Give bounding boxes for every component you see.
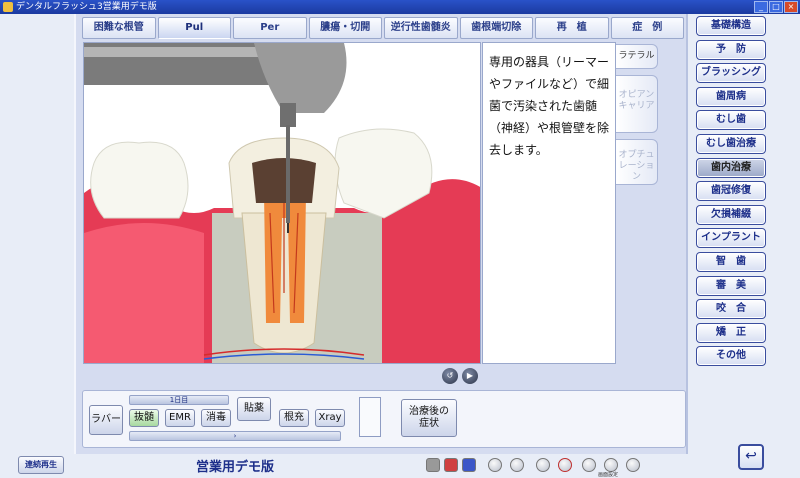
title-bar: デンタルフラッシュ3営業用デモ版 _ □ ×: [0, 0, 800, 14]
user-red-icon[interactable]: [444, 458, 458, 472]
right-menu: 基礎構造 予 防 ブラッシング 歯周病 むし歯 むし歯治療 歯内治療 歯冠修復 …: [696, 16, 768, 370]
menu-periodontal[interactable]: 歯周病: [696, 86, 766, 107]
menu-basic-structure[interactable]: 基礎構造: [696, 16, 766, 36]
after-treatment-button[interactable]: 治療後の症状: [401, 399, 457, 437]
procedure-bar: ラバー 1日目 抜髄 EMR 消毒 › 貼薬 根充 Xray 治療後の症状: [82, 390, 686, 448]
next-icon[interactable]: ▶: [462, 368, 478, 384]
menu-prevention[interactable]: 予 防: [696, 39, 766, 60]
tab-per[interactable]: Per: [233, 17, 307, 39]
maximize-button[interactable]: □: [769, 1, 783, 13]
menu-other[interactable]: その他: [696, 346, 766, 367]
app-icon: [3, 2, 13, 12]
grid-icon[interactable]: [359, 397, 381, 437]
menu-prosthesis[interactable]: 欠損補綴: [696, 204, 766, 225]
menu-wisdom-tooth[interactable]: 智 歯: [696, 251, 766, 272]
user-icon[interactable]: [426, 458, 440, 472]
clear-icon[interactable]: [558, 458, 572, 472]
back-icon[interactable]: ↩: [738, 444, 764, 470]
settings-icon[interactable]: [604, 458, 618, 472]
continuous-play-button[interactable]: 連続再生: [18, 456, 64, 474]
minimize-button[interactable]: _: [754, 1, 768, 13]
side-tab-obturation[interactable]: オプチュレーション: [616, 139, 658, 185]
animation-viewer: [83, 42, 481, 364]
tooth-illustration: [84, 43, 480, 363]
side-tab-lateral[interactable]: ラテラル: [616, 44, 658, 69]
tab-bar: 困難な根管 Pul Per 膿瘍・切開 逆行性歯髄炎 歯根端切除 再 植 症 例: [82, 17, 686, 41]
menu-cavity-treatment[interactable]: むし歯治療: [696, 133, 766, 154]
menu-orthodontic[interactable]: 矯 正: [696, 322, 766, 343]
footer-bar: 連続再生 営業用デモ版 画面設定 ↩: [0, 444, 800, 478]
tab-replantation[interactable]: 再 植: [535, 17, 609, 39]
close-button[interactable]: ×: [784, 1, 798, 13]
menu-crown-restoration[interactable]: 歯冠修復: [696, 181, 766, 202]
rubber-dam-button[interactable]: ラバー: [89, 405, 123, 435]
side-tab-bar: ラテラル オピアンキャリア オプチュレーション: [616, 44, 660, 191]
connector-arrow: ›: [129, 431, 341, 441]
sound-icon[interactable]: [626, 458, 640, 472]
playback-controls: ↺ ▶: [442, 368, 478, 384]
menu-cavity[interactable]: むし歯: [696, 110, 766, 131]
step-emr[interactable]: EMR: [165, 409, 195, 427]
description-text: 専用の器具（リーマーやファイルなど）で細菌で汚染された歯髄（神経）や根管壁を除去…: [489, 55, 610, 157]
tab-abscess-incision[interactable]: 膿瘍・切開: [308, 17, 382, 39]
window-title: デンタルフラッシュ3営業用デモ版: [16, 2, 157, 12]
erase-icon[interactable]: [536, 458, 550, 472]
tab-difficult-canal[interactable]: 困難な根管: [82, 17, 156, 39]
side-tab-opian-carrier[interactable]: オピアンキャリア: [616, 75, 658, 133]
menu-occlusion[interactable]: 咬 合: [696, 299, 766, 320]
step-medicate[interactable]: 貼薬: [237, 397, 271, 421]
user-blue-icon[interactable]: [462, 458, 476, 472]
description-panel: 専用の器具（リーマーやファイルなど）で細菌で汚染された歯髄（神経）や根管壁を除去…: [482, 42, 616, 364]
replay-icon[interactable]: ↺: [442, 368, 458, 384]
pen-icon[interactable]: [488, 458, 502, 472]
menu-aesthetic[interactable]: 審 美: [696, 275, 766, 296]
step-xray[interactable]: Xray: [315, 409, 345, 427]
menu-endodontic[interactable]: 歯内治療: [696, 157, 766, 178]
menu-implant[interactable]: インプラント: [696, 228, 766, 249]
step-disinfect[interactable]: 消毒: [201, 409, 231, 427]
day1-label: 1日目: [129, 395, 229, 405]
tab-apicoectomy[interactable]: 歯根端切除: [459, 17, 533, 39]
menu-brushing[interactable]: ブラッシング: [696, 63, 766, 84]
window-controls: _ □ ×: [754, 1, 798, 13]
camera-icon[interactable]: [582, 458, 596, 472]
step-pulpectomy[interactable]: 抜髄: [129, 409, 159, 427]
mode-label: 営業用デモ版: [196, 460, 275, 475]
main-panel: 困難な根管 Pul Per 膿瘍・切開 逆行性歯髄炎 歯根端切除 再 植 症 例: [74, 14, 688, 454]
tab-retrograde-pulpitis[interactable]: 逆行性歯髄炎: [384, 17, 458, 39]
step-obturation[interactable]: 根充: [279, 409, 309, 427]
tab-pul[interactable]: Pul: [157, 17, 231, 39]
pen-blue-icon[interactable]: [510, 458, 524, 472]
tab-cases[interactable]: 症 例: [610, 17, 684, 39]
